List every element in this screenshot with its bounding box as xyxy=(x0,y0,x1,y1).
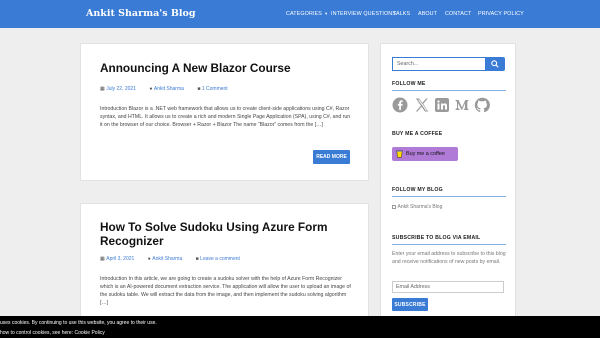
post-date[interactable]: ▦ July 22, 2021 xyxy=(100,86,142,92)
site-header: Ankit Sharma's Blog CATEGORIES ▾ INTERVIE… xyxy=(0,0,600,28)
github-icon[interactable] xyxy=(474,97,490,113)
post-comments[interactable]: ■ Leave a comment xyxy=(196,256,246,262)
chevron-down-icon: ▾ xyxy=(324,11,328,16)
medium-icon[interactable] xyxy=(454,97,470,113)
post-card: How To Solve Sudoku Using Azure Form Rec… xyxy=(80,203,369,325)
x-icon[interactable] xyxy=(414,97,430,113)
subscribe-title: SUBSCRIBE TO BLOG VIA EMAIL xyxy=(392,235,481,241)
post-meta: ▦ April 3, 2021 ● Ankit Sharma ■ Leave a co… xyxy=(100,256,252,262)
calendar-icon: ▦ xyxy=(100,86,105,92)
nav-about[interactable]: ABOUT xyxy=(418,11,437,17)
site-brand[interactable]: Ankit Sharma's Blog xyxy=(86,8,195,19)
user-icon: ● xyxy=(149,86,153,92)
divider xyxy=(392,196,506,197)
sidebar: FOLLOW ME BUY ME A COFFEE Buy me a coffe… xyxy=(380,43,516,333)
cookie-policy-line: how to control cookies, see here: Cookie… xyxy=(0,330,105,336)
cookie-notice: uses cookies. By continuing to use this … xyxy=(0,320,157,326)
facebook-icon[interactable] xyxy=(392,97,408,113)
post-comments[interactable]: ■ 1 Comment xyxy=(197,86,233,92)
nav-talks[interactable]: TALKS xyxy=(393,11,410,17)
read-more-button[interactable]: READ MORE xyxy=(313,150,350,164)
search-input[interactable] xyxy=(392,57,486,71)
post-excerpt: Introduction In this article, we are goi… xyxy=(100,276,351,306)
subscribe-description: Enter your email address to subscribe to… xyxy=(392,251,506,265)
nav-interview-questions[interactable]: INTERVIEW QUESTIONS xyxy=(331,11,396,17)
divider xyxy=(392,244,506,245)
post-author[interactable]: ● Ankit Sharma xyxy=(149,86,190,92)
calendar-icon: ▦ xyxy=(100,256,105,262)
buy-me-a-coffee-label: Buy me a coffee xyxy=(406,151,445,157)
post-excerpt: Introduction Blazor is a .NET web framew… xyxy=(100,106,351,128)
subscribe-button[interactable]: SUBSCRIBE xyxy=(392,298,428,311)
buy-me-a-coffee-button[interactable]: Buy me a coffee xyxy=(392,147,458,161)
nav-contact[interactable]: CONTACT xyxy=(445,11,471,17)
post-card: Announcing A New Blazor Course ▦ July 22,… xyxy=(80,43,369,181)
search-icon xyxy=(491,60,499,68)
comment-icon: ■ xyxy=(195,256,199,262)
coffee-cup-icon xyxy=(396,150,403,158)
nav-categories[interactable]: CATEGORIES ▾ xyxy=(286,11,327,17)
linkedin-icon[interactable] xyxy=(434,97,450,113)
cookie-policy-link[interactable]: Cookie Policy xyxy=(75,330,105,336)
search-button[interactable] xyxy=(485,57,505,71)
email-field[interactable] xyxy=(392,281,504,293)
post-meta: ▦ July 22, 2021 ● Ankit Sharma ■ 1 Comment xyxy=(100,86,240,92)
follow-blog-title: FOLLOW MY BLOG xyxy=(392,187,443,193)
nav-privacy-policy[interactable]: PRIVACY POLICY xyxy=(478,11,524,17)
post-author[interactable]: ● Ankit Sharma xyxy=(148,256,189,262)
cookie-banner: uses cookies. By continuing to use this … xyxy=(0,316,600,338)
post-title[interactable]: Announcing A New Blazor Course xyxy=(100,61,350,75)
buy-coffee-title: BUY ME A COFFEE xyxy=(392,131,443,137)
post-title[interactable]: How To Solve Sudoku Using Azure Form Rec… xyxy=(100,220,350,248)
blog-badge-image[interactable]: Ankit Sharma's Blog xyxy=(392,204,442,210)
user-icon: ● xyxy=(147,256,151,262)
broken-image-icon xyxy=(392,204,396,209)
post-date[interactable]: ▦ April 3, 2021 xyxy=(100,256,140,262)
follow-me-title: FOLLOW ME xyxy=(392,81,426,87)
divider xyxy=(392,90,506,91)
comment-icon: ■ xyxy=(197,86,201,92)
nav-categories-label: CATEGORIES xyxy=(286,11,322,17)
